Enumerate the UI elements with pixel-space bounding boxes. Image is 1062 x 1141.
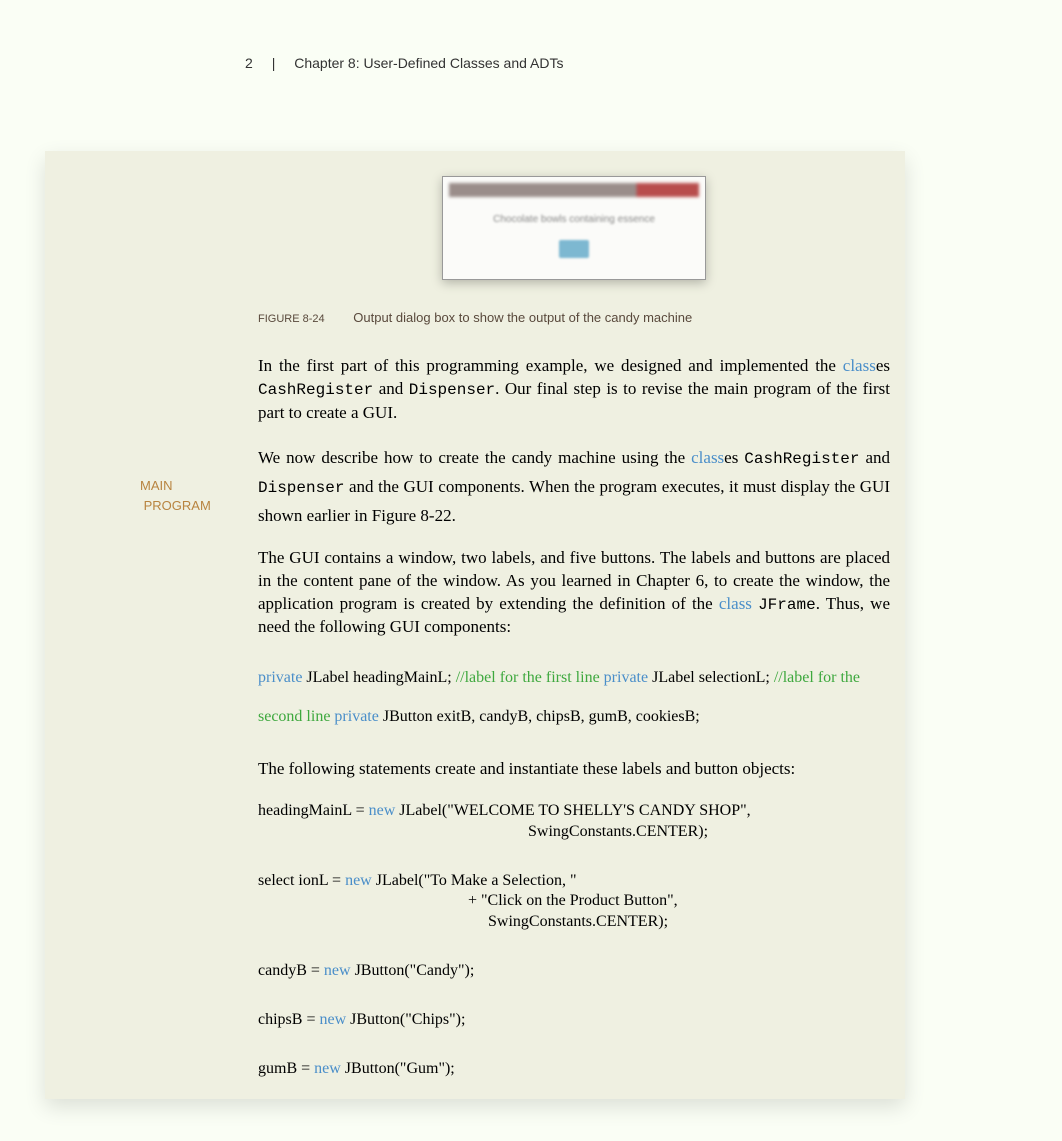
paragraph-3: The GUI contains a window, two labels, a…	[258, 547, 890, 639]
figure-caption: FIGURE 8-24 Output dialog box to show th…	[258, 310, 890, 325]
code-declarations: private JLabel headingMainL; //label for…	[258, 659, 890, 736]
code-selection-l: select ionL = new JLabel("To Make a Sele…	[258, 871, 890, 933]
content-block: MAIN PROGRAM Chocolate bowls containing …	[45, 151, 905, 1099]
chapter-title: Chapter 8: User-Defined Classes and ADTs	[294, 55, 563, 71]
dialog-body: Chocolate bowls containing essence	[449, 209, 699, 273]
code-gum-b: gumB = new JButton("Gum");	[258, 1059, 890, 1080]
textbook-page: 2 | Chapter 8: User-Defined Classes and …	[0, 0, 1062, 1099]
figure-caption-text: Output dialog box to show the output of …	[353, 310, 692, 325]
page-header: 2 | Chapter 8: User-Defined Classes and …	[245, 55, 1062, 71]
main-text-column: Chocolate bowls containing essence FIGUR…	[258, 151, 905, 1099]
dialog-ok-button	[559, 240, 589, 258]
section-label: MAIN PROGRAM	[140, 476, 211, 515]
code-heading-main: headingMainL = new JLabel("WELCOME TO SH…	[258, 801, 890, 843]
section-label-line1: MAIN	[140, 478, 173, 493]
section-label-line2: PROGRAM	[144, 498, 211, 513]
paragraph-4: The following statements create and inst…	[258, 758, 890, 781]
paragraph-2: We now describe how to create the candy …	[258, 444, 890, 528]
page-number: 2	[245, 55, 253, 71]
dialog-message: Chocolate bowls containing essence	[449, 214, 699, 225]
code-chips-b: chipsB = new JButton("Chips");	[258, 1010, 890, 1031]
code-candy-b: candyB = new JButton("Candy");	[258, 961, 890, 982]
paragraph-1: In the first part of this programming ex…	[258, 355, 890, 424]
figure-dialog-box: Chocolate bowls containing essence	[442, 176, 706, 280]
dialog-titlebar	[449, 183, 699, 197]
figure-label: FIGURE 8-24	[258, 313, 325, 325]
header-divider: |	[272, 55, 276, 71]
